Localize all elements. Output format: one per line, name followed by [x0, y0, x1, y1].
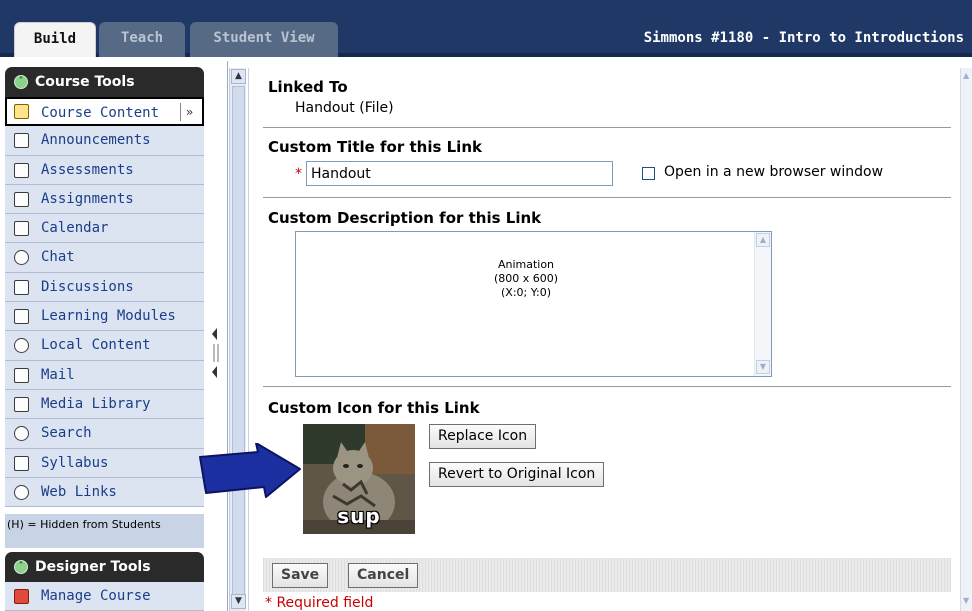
collapse-left-icon: [212, 328, 219, 378]
sidebar-item-web-links[interactable]: Web Links: [5, 477, 204, 508]
scroll-up-icon[interactable]: ▲: [756, 233, 770, 247]
sidebar-item-label: Discussions: [41, 278, 134, 295]
hidden-legend-note: (H) = Hidden from Students: [5, 514, 204, 548]
course-tools-header[interactable]: ˄ Course Tools: [5, 67, 204, 97]
sidebar-item-label: Chat: [41, 249, 75, 266]
scrollbar-thumb[interactable]: [232, 86, 245, 601]
designer-tools-header[interactable]: ˄ Designer Tools: [5, 552, 204, 582]
sidebar-item-syllabus[interactable]: Syllabus: [5, 448, 204, 478]
scroll-down-icon[interactable]: ▼: [231, 594, 246, 609]
megaphone-icon: [14, 133, 29, 149]
section-divider: [263, 127, 951, 128]
assignment-icon: [14, 191, 29, 207]
sidebar: ˄ Course Tools Course Content » Announce…: [0, 61, 228, 611]
top-navigation-bar: Build Teach Student View Simmons #1180 -…: [0, 0, 972, 57]
collapse-up-icon[interactable]: ˄: [14, 75, 28, 89]
sidebar-item-label: Learning Modules: [41, 308, 176, 325]
cancel-button[interactable]: Cancel: [348, 563, 419, 588]
custom-icon-label: Custom Icon for this Link: [268, 399, 480, 417]
sidebar-item-label: Local Content: [41, 337, 151, 354]
tab-teach[interactable]: Teach: [99, 22, 185, 57]
sidebar-item-local-content[interactable]: Local Content: [5, 331, 204, 361]
sidebar-item-media-library[interactable]: Media Library: [5, 389, 204, 420]
main-scrollbar[interactable]: ▲ ▼: [960, 68, 972, 611]
icon-caption: sup: [337, 504, 381, 528]
custom-icon-image: sup: [303, 424, 415, 534]
new-window-checkbox[interactable]: [642, 167, 655, 180]
sidebar-item-label: Calendar: [41, 220, 109, 237]
sidebar-item-label: Manage Course: [41, 588, 151, 604]
disc-icon: [14, 338, 29, 354]
course-tools-title: Course Tools: [35, 74, 135, 90]
mail-icon: [14, 367, 29, 383]
sidebar-item-course-content[interactable]: Course Content »: [5, 97, 204, 127]
sidebar-scrollbar[interactable]: ▲ ▼: [229, 68, 246, 611]
course-title: Simmons #1180 - Intro to Introductions: [643, 30, 964, 46]
course-tools-list: Course Content » Announcements Assessmen…: [5, 97, 204, 508]
sidebar-item-assessments[interactable]: Assessments: [5, 155, 204, 185]
sidebar-item-label: Announcements: [41, 132, 151, 149]
sidebar-item-search[interactable]: Search: [5, 419, 204, 449]
assessment-icon: [14, 162, 29, 178]
linked-to-label: Linked To: [268, 78, 348, 96]
sidebar-item-chat[interactable]: Chat: [5, 243, 204, 273]
linked-to-value: Handout (File): [295, 100, 394, 116]
tab-build[interactable]: Build: [14, 22, 96, 57]
required-marker: *: [295, 166, 302, 182]
discussion-pin-icon: [14, 279, 29, 295]
description-scrollbar[interactable]: ▲ ▼: [754, 232, 771, 376]
sidebar-item-assignments[interactable]: Assignments: [5, 184, 204, 215]
sidebar-item-discussions[interactable]: Discussions: [5, 272, 204, 303]
required-field-note: * Required field: [265, 595, 374, 611]
sidebar-item-mail[interactable]: Mail: [5, 360, 204, 390]
calendar-icon: [14, 221, 29, 237]
section-divider: [263, 386, 951, 387]
globe-link-icon: [14, 484, 29, 500]
custom-title-input[interactable]: [306, 161, 613, 186]
sidebar-item-manage-course[interactable]: Manage Course: [5, 582, 204, 611]
magnifier-icon: [14, 426, 29, 442]
sidebar-item-calendar[interactable]: Calendar: [5, 214, 204, 244]
sidebar-item-label: Syllabus: [41, 454, 109, 471]
home-icon: [14, 104, 29, 119]
media-library-icon: [14, 396, 29, 412]
replace-icon-button[interactable]: Replace Icon: [429, 424, 537, 449]
designer-tools-list: Manage Course: [5, 582, 204, 611]
sidebar-item-label: Assessments: [41, 161, 134, 178]
animation-placeholder-line: (X:0; Y:0): [501, 286, 551, 299]
chevron-down-icon[interactable]: »: [180, 103, 198, 121]
link-edit-form: Linked To Handout (File) Custom Title fo…: [248, 68, 960, 611]
animation-placeholder-line: Animation: [497, 258, 555, 271]
tab-student-view[interactable]: Student View: [190, 22, 338, 57]
animation-placeholder: Animation (800 x 600) (X:0; Y:0): [296, 258, 756, 300]
scroll-down-icon[interactable]: ▼: [756, 360, 770, 374]
scroll-down-icon[interactable]: ▼: [963, 596, 969, 605]
animation-placeholder-line: (800 x 600): [493, 272, 559, 285]
sidebar-item-label: Course Content: [41, 105, 160, 121]
revert-icon-button[interactable]: Revert to Original Icon: [429, 462, 605, 487]
scroll-up-icon[interactable]: ▲: [963, 71, 969, 80]
module-icon: [14, 309, 29, 325]
manage-course-icon: [14, 589, 29, 604]
designer-tools-title: Designer Tools: [35, 559, 151, 575]
save-button[interactable]: Save: [272, 563, 329, 588]
custom-title-label: Custom Title for this Link: [268, 138, 482, 156]
syllabus-icon: [14, 455, 29, 471]
collapse-up-icon[interactable]: ˄: [14, 560, 28, 574]
sidebar-collapse-handle[interactable]: [208, 324, 224, 382]
sidebar-item-label: Mail: [41, 366, 75, 383]
sidebar-item-label: Assignments: [41, 190, 134, 207]
new-window-label[interactable]: Open in a new browser window: [664, 164, 883, 180]
annotation-arrow-icon: [199, 443, 301, 498]
sidebar-item-learning-modules[interactable]: Learning Modules: [5, 302, 204, 332]
custom-description-label: Custom Description for this Link: [268, 209, 542, 227]
scroll-up-icon[interactable]: ▲: [231, 69, 246, 84]
chat-bubble-icon: [14, 250, 29, 266]
section-divider: [263, 197, 951, 198]
sidebar-item-label: Media Library: [41, 395, 151, 412]
sidebar-item-label: Web Links: [41, 483, 117, 500]
custom-description-editor[interactable]: Animation (800 x 600) (X:0; Y:0) ▲ ▼: [295, 231, 772, 377]
sidebar-item-announcements[interactable]: Announcements: [5, 126, 204, 156]
sidebar-item-label: Search: [41, 425, 92, 442]
